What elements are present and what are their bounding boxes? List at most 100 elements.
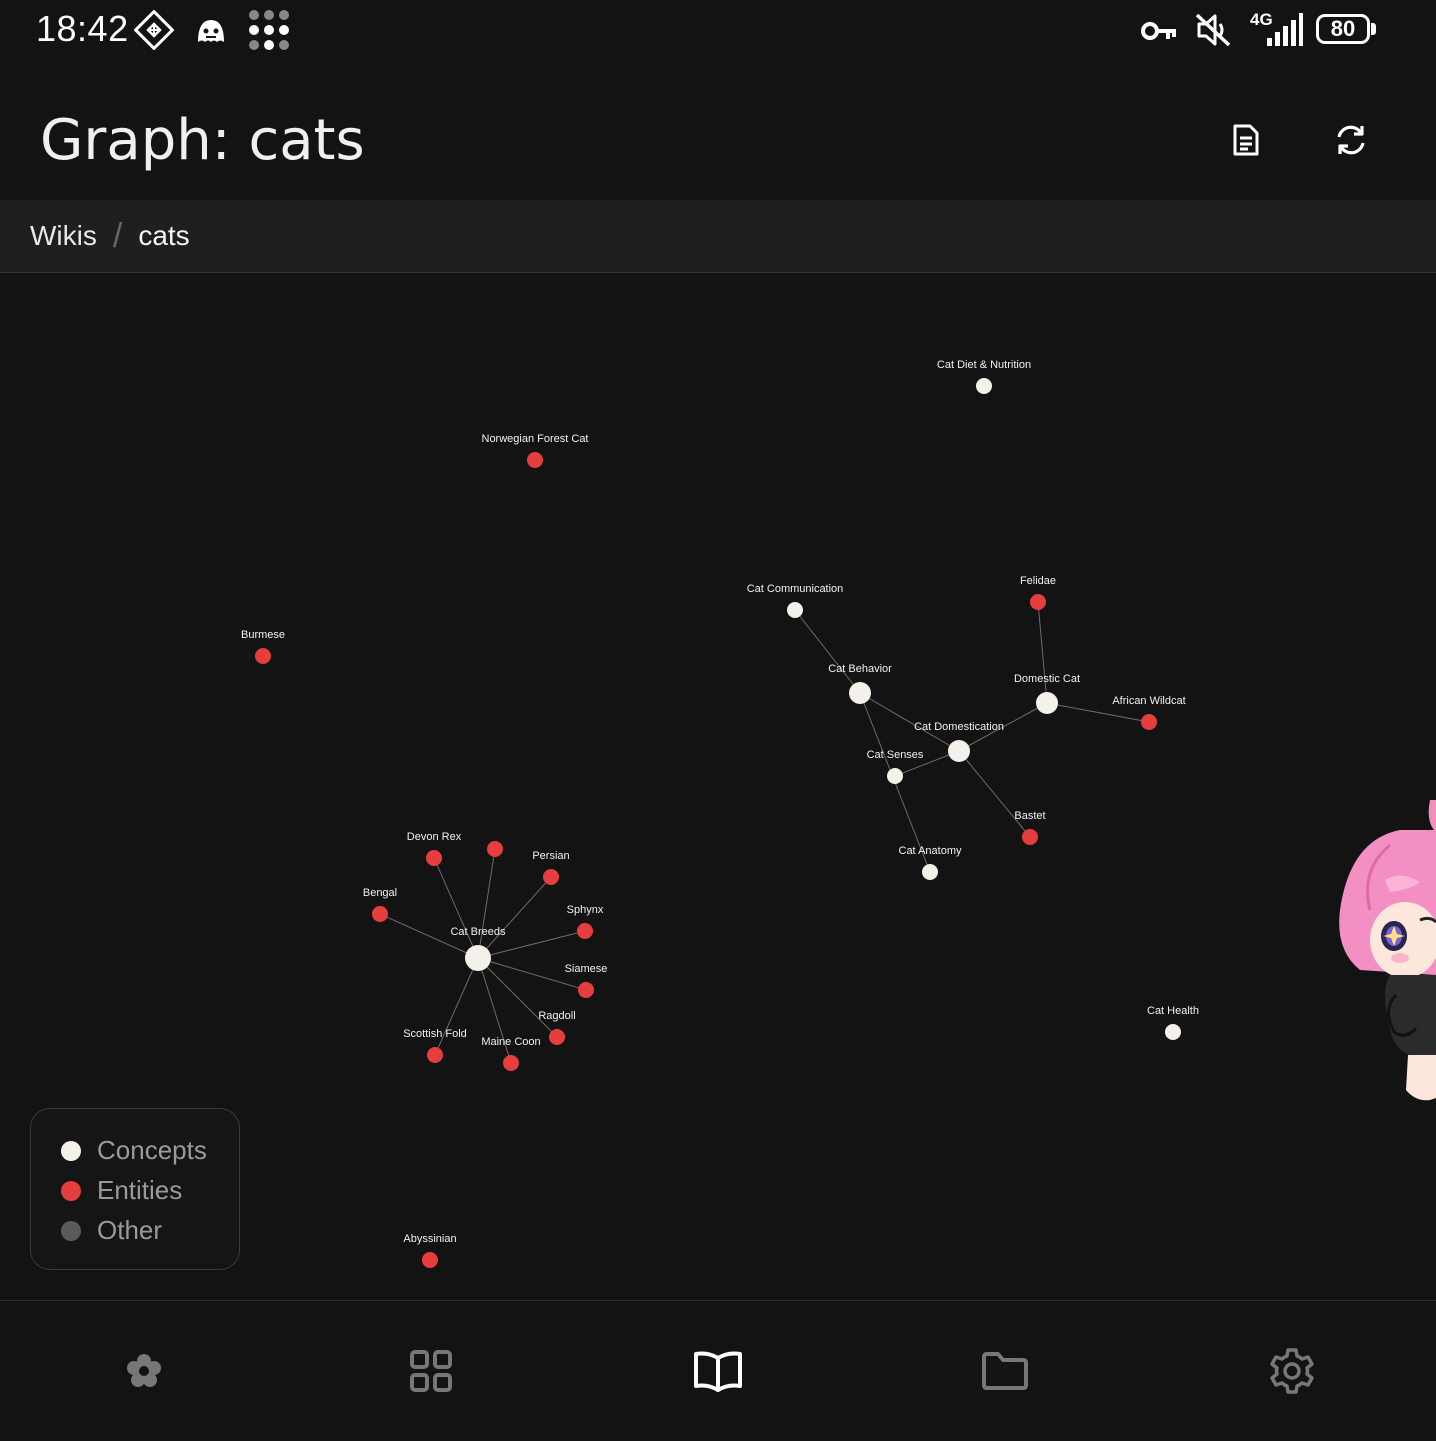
graph-node-behavior[interactable]: Cat Behavior <box>828 663 892 704</box>
node-label: Cat Anatomy <box>899 845 962 857</box>
graph-node-unlabeled[interactable] <box>487 841 503 857</box>
node-dot[interactable] <box>422 1252 438 1268</box>
graph-node-comm[interactable]: Cat Communication <box>747 583 844 618</box>
node-label: Cat Breeds <box>450 926 506 938</box>
page-title: Graph: cats <box>40 108 365 173</box>
node-dot[interactable] <box>549 1029 565 1045</box>
graph-edge <box>794 609 861 694</box>
node-dot[interactable] <box>849 682 871 704</box>
node-dot[interactable] <box>465 945 491 971</box>
graph-edge <box>1037 601 1048 704</box>
node-dot[interactable] <box>426 850 442 866</box>
node-dot[interactable] <box>922 864 938 880</box>
graph-node-felidae[interactable]: Felidae <box>1020 575 1056 610</box>
mascot-character[interactable] <box>1330 800 1436 1110</box>
graph-node-bastet[interactable]: Bastet <box>1014 810 1046 845</box>
graph-node-domestic[interactable]: Domestic Cat <box>1014 673 1080 714</box>
node-dot[interactable] <box>255 648 271 664</box>
grid-icon <box>410 1350 452 1392</box>
document-icon <box>1233 124 1259 156</box>
refresh-button[interactable] <box>1326 115 1376 165</box>
node-dot[interactable] <box>427 1047 443 1063</box>
ghost-app-icon <box>198 20 224 42</box>
node-dot[interactable] <box>543 869 559 885</box>
app-bar: Graph: cats <box>0 60 1436 200</box>
node-label: Maine Coon <box>481 1036 540 1048</box>
graph-node-health[interactable]: Cat Health <box>1147 1005 1199 1040</box>
legend-label: Other <box>97 1215 163 1245</box>
node-dot[interactable] <box>787 602 803 618</box>
nav-files-tab[interactable] <box>975 1341 1035 1401</box>
node-dot[interactable] <box>887 768 903 784</box>
legend-item-concepts: Concepts <box>61 1135 207 1166</box>
node-label: African Wildcat <box>1112 695 1185 707</box>
breadcrumb: Wikis / cats <box>0 200 1436 273</box>
node-dot[interactable] <box>577 923 593 939</box>
folder-icon <box>982 1352 1028 1390</box>
legend-dot-concept <box>61 1140 81 1161</box>
node-dot[interactable] <box>1165 1024 1181 1040</box>
graph-edge <box>958 750 1031 838</box>
nav-wikis-tab[interactable] <box>688 1341 748 1401</box>
graph-node-persian[interactable]: Persian <box>532 850 570 885</box>
node-label: Devon Rex <box>407 831 462 843</box>
node-dot[interactable] <box>1022 829 1038 845</box>
legend-dot-entity <box>61 1180 81 1201</box>
graph-node-bengal[interactable]: Bengal <box>363 887 397 922</box>
graph-node-devonrex[interactable]: Devon Rex <box>407 831 462 866</box>
graph-node-anatomy[interactable]: Cat Anatomy <box>899 845 962 880</box>
node-label: Cat Health <box>1147 1005 1199 1017</box>
node-label: Bastet <box>1014 810 1045 822</box>
node-dot[interactable] <box>372 906 388 922</box>
node-label: Felidae <box>1020 575 1056 587</box>
graph-node-siamese[interactable]: Siamese <box>565 963 608 998</box>
node-dot[interactable] <box>976 378 992 394</box>
legend-item-other: Other <box>61 1215 162 1246</box>
node-label: Sphynx <box>567 904 604 916</box>
node-label: Cat Communication <box>747 583 844 595</box>
node-label: Norwegian Forest Cat <box>482 433 589 445</box>
graph-node-senses[interactable]: Cat Senses <box>867 749 924 784</box>
graph-node-scottish[interactable]: Scottish Fold <box>403 1028 467 1063</box>
breadcrumb-wikis-link[interactable]: Wikis <box>30 220 97 252</box>
battery-level: 80 <box>1330 16 1356 41</box>
node-dot[interactable] <box>1030 594 1046 610</box>
nav-dashboard-tab[interactable] <box>401 1341 461 1401</box>
book-icon <box>694 1351 742 1392</box>
graph-node-nfc[interactable]: Norwegian Forest Cat <box>482 433 589 468</box>
battery-tip <box>1371 23 1376 35</box>
node-dot[interactable] <box>578 982 594 998</box>
graph-node-ragdoll[interactable]: Ragdoll <box>538 1010 576 1045</box>
graph-legend: Concepts Entities Other <box>30 1108 240 1270</box>
graph-node-diet[interactable]: Cat Diet & Nutrition <box>937 359 1031 394</box>
refresh-icon <box>1337 125 1365 155</box>
legend-item-entities: Entities <box>61 1175 182 1206</box>
graph-node-abyssinian[interactable]: Abyssinian <box>403 1233 457 1268</box>
graph-node-african[interactable]: African Wildcat <box>1112 695 1186 730</box>
node-label: Domestic Cat <box>1014 673 1080 685</box>
app-diamond-icon <box>134 10 174 50</box>
vpn-key-icon <box>1141 22 1176 40</box>
breadcrumb-current: cats <box>138 220 190 251</box>
settings-gear-icon <box>1270 1348 1314 1394</box>
node-dot[interactable] <box>1141 714 1157 730</box>
node-dot[interactable] <box>527 452 543 468</box>
node-dot[interactable] <box>948 740 970 762</box>
node-dot[interactable] <box>487 841 503 857</box>
node-label: Scottish Fold <box>403 1028 467 1040</box>
flower-icon <box>127 1354 161 1387</box>
nav-home-tab[interactable] <box>114 1341 174 1401</box>
graph-node-burmese[interactable]: Burmese <box>241 629 285 664</box>
node-label: Ragdoll <box>538 1010 575 1022</box>
legend-dot-other <box>61 1220 81 1241</box>
document-button[interactable] <box>1221 115 1271 165</box>
nav-settings-tab[interactable] <box>1262 1341 1322 1401</box>
status-bar: 18:42 4G 80 <box>0 0 1436 60</box>
node-label: Cat Diet & Nutrition <box>937 359 1031 371</box>
node-dot[interactable] <box>503 1055 519 1071</box>
node-label: Cat Behavior <box>828 663 892 675</box>
graph-node-mainecoon[interactable]: Maine Coon <box>481 1036 541 1071</box>
signal-bars-icon <box>1267 13 1303 46</box>
node-dot[interactable] <box>1036 692 1058 714</box>
graph-node-domestication[interactable]: Cat Domestication <box>914 721 1004 762</box>
